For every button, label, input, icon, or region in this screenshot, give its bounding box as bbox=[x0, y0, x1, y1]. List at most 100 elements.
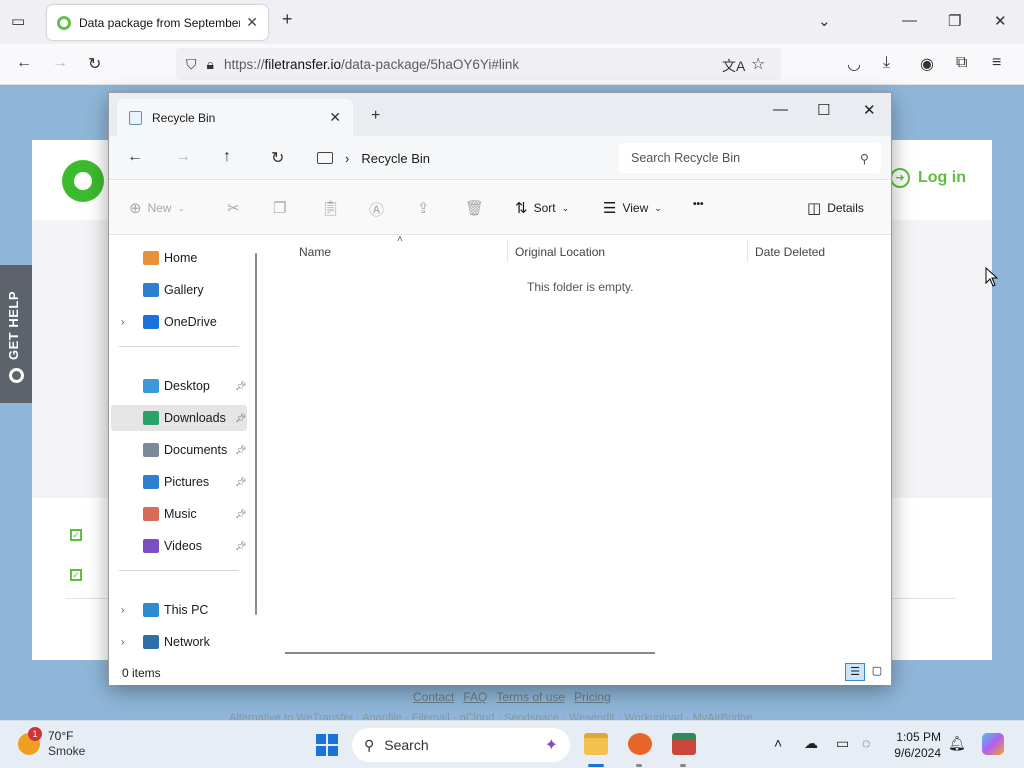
breadcrumb[interactable]: › Recycle Bin bbox=[317, 143, 607, 173]
maximize-window-button[interactable]: ☐ bbox=[817, 101, 830, 119]
explorer-forward-button[interactable]: → bbox=[175, 148, 191, 166]
onedrive-status-icon[interactable]: ☁ bbox=[804, 735, 818, 752]
lifebuoy-icon bbox=[9, 368, 24, 383]
back-button[interactable]: ← bbox=[16, 54, 32, 72]
nav-item-label: OneDrive bbox=[164, 315, 217, 329]
taskbar-search[interactable]: ⚲ Search ✦ bbox=[352, 728, 570, 762]
nav-item-label: Downloads bbox=[164, 411, 226, 425]
nav-item-home[interactable]: Home bbox=[111, 245, 247, 271]
search-input[interactable]: Search Recycle Bin ⚲ bbox=[619, 143, 881, 173]
weather-widget[interactable]: 1 70°F Smoke bbox=[18, 727, 85, 759]
chevron-right-icon[interactable]: › bbox=[121, 637, 124, 648]
url-bar[interactable]: ⛉ 🔒︎ https://filetransfer.io/data-packag… bbox=[176, 48, 781, 80]
clock[interactable]: 1:05 PM 9/6/2024 bbox=[876, 729, 941, 761]
new-button[interactable]: ⊕ New ⌄ bbox=[129, 199, 185, 217]
breadcrumb-recycle-bin[interactable]: Recycle Bin bbox=[361, 151, 430, 166]
nav-item-onedrive[interactable]: › OneDrive bbox=[111, 309, 247, 335]
extensions-icon[interactable]: ⧉ bbox=[956, 54, 967, 72]
filetransfer-logo[interactable] bbox=[62, 160, 104, 202]
cut-icon[interactable]: ✂ bbox=[227, 199, 240, 217]
nav-item-label: Music bbox=[164, 507, 197, 521]
new-tab-button[interactable]: + bbox=[282, 9, 293, 30]
paste-icon[interactable]: 📋︎ bbox=[321, 199, 340, 217]
nav-item-network[interactable]: › Network bbox=[111, 629, 247, 655]
close-window-button[interactable]: ✕ bbox=[863, 101, 876, 119]
start-button[interactable] bbox=[316, 734, 338, 756]
nav-item-pictures[interactable]: Pictures 📌︎ bbox=[111, 469, 247, 495]
bookmark-star-icon[interactable]: ☆ bbox=[751, 54, 765, 74]
archive-app-taskbar-icon[interactable] bbox=[672, 733, 696, 755]
column-header-date-deleted[interactable]: Date Deleted bbox=[755, 245, 825, 259]
nav-pane-scrollbar[interactable] bbox=[255, 253, 257, 615]
url-text[interactable]: https://filetransfer.io/data-package/5ha… bbox=[224, 57, 519, 72]
firefox-taskbar-icon[interactable] bbox=[628, 733, 652, 755]
pin-icon: 📌︎ bbox=[235, 444, 247, 455]
display-icon[interactable]: ▭ bbox=[836, 735, 849, 752]
search-highlight-icon: ✦ bbox=[544, 737, 558, 754]
horizontal-scrollbar[interactable] bbox=[285, 652, 655, 654]
restore-browser-button[interactable]: ❐ bbox=[948, 12, 961, 30]
nav-item-videos[interactable]: Videos 📌︎ bbox=[111, 533, 247, 559]
explorer-refresh-button[interactable]: ↻ bbox=[271, 148, 284, 168]
network-volume-icon[interactable]: ◌ bbox=[862, 735, 870, 751]
minimize-window-button[interactable]: — bbox=[773, 101, 788, 118]
minimize-browser-button[interactable]: — bbox=[902, 12, 917, 29]
login-icon: ➜ bbox=[890, 168, 910, 188]
view-button[interactable]: ☰ View ⌄ bbox=[603, 199, 662, 217]
nav-item-desktop[interactable]: Desktop 📌︎ bbox=[111, 373, 247, 399]
details-button[interactable]: ◫ Details bbox=[807, 199, 864, 217]
menu-icon[interactable]: ≡ bbox=[992, 54, 1001, 72]
copilot-icon[interactable] bbox=[982, 733, 1004, 755]
footer-link-contact[interactable]: Contact bbox=[413, 690, 454, 704]
nav-item-this-pc[interactable]: › This PC bbox=[111, 597, 247, 623]
downloads-icon[interactable]: ⤓ bbox=[883, 54, 890, 72]
close-browser-button[interactable]: ✕ bbox=[994, 12, 1007, 30]
pocket-icon[interactable]: ◡ bbox=[847, 54, 861, 74]
this-pc-icon[interactable] bbox=[317, 152, 333, 164]
reload-button[interactable]: ↻ bbox=[88, 54, 101, 74]
explorer-tab[interactable]: Recycle Bin ✕ bbox=[117, 99, 353, 136]
translate-icon[interactable]: 文A bbox=[722, 56, 745, 76]
column-header-original-location[interactable]: Original Location bbox=[515, 245, 605, 259]
explorer-up-button[interactable]: ↑ bbox=[223, 148, 231, 166]
footer-link-faq[interactable]: FAQ bbox=[463, 690, 487, 704]
close-tab-icon[interactable]: ✕ bbox=[329, 109, 341, 126]
chevron-right-icon[interactable]: › bbox=[345, 151, 349, 166]
browser-tab-active[interactable]: Data package from September ✕ bbox=[47, 5, 268, 40]
delete-icon[interactable]: 🗑︎ bbox=[465, 199, 484, 217]
copy-icon[interactable]: ❐ bbox=[273, 199, 286, 217]
empty-folder-message: This folder is empty. bbox=[527, 280, 634, 294]
mouse-cursor-icon bbox=[985, 267, 999, 287]
get-help-tab[interactable]: GET HELP bbox=[0, 265, 32, 403]
account-icon[interactable]: ◉ bbox=[920, 54, 934, 74]
rename-icon[interactable]: Ⓐ bbox=[369, 199, 384, 220]
sort-button[interactable]: ⇅ Sort ⌄ bbox=[515, 199, 569, 217]
lock-icon[interactable]: 🔒︎ bbox=[207, 56, 214, 73]
notifications-bell-icon[interactable]: 🔔︎ bbox=[948, 735, 966, 752]
explorer-title-bar[interactable]: Recycle Bin ✕ + — ☐ ✕ bbox=[109, 93, 891, 136]
close-tab-icon[interactable]: ✕ bbox=[246, 14, 258, 31]
explorer-back-button[interactable]: ← bbox=[127, 148, 143, 166]
footer-link-terms[interactable]: Terms of use bbox=[496, 690, 565, 704]
chevron-right-icon[interactable]: › bbox=[121, 317, 124, 328]
chevron-right-icon[interactable]: › bbox=[121, 605, 124, 616]
nav-item-gallery[interactable]: Gallery bbox=[111, 277, 247, 303]
file-explorer-taskbar-icon[interactable] bbox=[584, 733, 608, 755]
more-options-button[interactable]: ••• bbox=[693, 199, 704, 210]
file-explorer-window: Recycle Bin ✕ + — ☐ ✕ ← → ↑ ↻ › Recycle … bbox=[108, 92, 892, 685]
footer-link-pricing[interactable]: Pricing bbox=[574, 690, 611, 704]
show-hidden-icons-chevron-icon[interactable]: ˄ bbox=[774, 735, 782, 751]
shield-icon[interactable]: ⛉ bbox=[186, 56, 197, 73]
login-link[interactable]: ➜ Log in bbox=[890, 168, 966, 188]
nav-item-downloads[interactable]: Downloads 📌︎ bbox=[111, 405, 247, 431]
firefox-view-icon[interactable]: ▭ bbox=[11, 12, 25, 30]
nav-item-music[interactable]: Music 📌︎ bbox=[111, 501, 247, 527]
details-view-icon[interactable]: ☰ bbox=[845, 663, 865, 681]
forward-button[interactable]: → bbox=[52, 54, 68, 72]
tiles-view-icon[interactable]: ▢ bbox=[867, 663, 887, 681]
nav-item-documents[interactable]: Documents 📌︎ bbox=[111, 437, 247, 463]
share-icon[interactable]: ⇪ bbox=[417, 199, 430, 217]
column-header-name[interactable]: Name bbox=[299, 245, 331, 259]
new-explorer-tab-button[interactable]: + bbox=[371, 107, 380, 125]
list-all-tabs-icon[interactable]: ⌄ bbox=[818, 12, 831, 30]
